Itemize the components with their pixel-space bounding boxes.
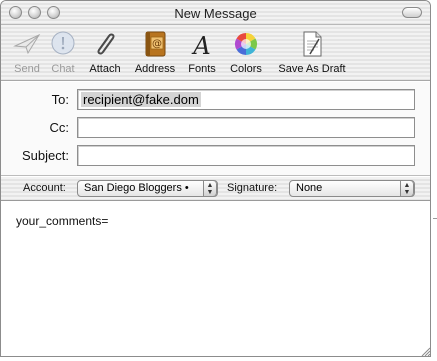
message-headers: To: recipient@fake.dom Cc: Subject:	[1, 82, 430, 176]
address-label: Address	[134, 63, 176, 75]
colors-button[interactable]: Colors	[227, 29, 265, 75]
color-wheel-icon	[230, 29, 262, 59]
toolbar: Send Chat Attach @ Address A Fonts Color…	[1, 25, 430, 81]
chat-button[interactable]: Chat	[47, 29, 79, 75]
send-label: Send	[14, 63, 40, 75]
to-field[interactable]: recipient@fake.dom	[77, 89, 415, 110]
fonts-icon: A	[186, 29, 218, 59]
recipient-token[interactable]: recipient@fake.dom	[81, 92, 201, 107]
fonts-label: Fonts	[188, 63, 216, 75]
background-divider	[433, 218, 437, 219]
account-label: Account:	[23, 182, 66, 194]
chat-label: Chat	[51, 63, 75, 75]
paperclip-icon	[89, 29, 121, 59]
colors-label: Colors	[230, 63, 262, 75]
to-label: To:	[51, 92, 69, 107]
compose-window: New Message Send Chat Attach @ Address A…	[0, 0, 431, 357]
attach-button[interactable]: Attach	[85, 29, 125, 75]
message-body-text: your_comments=	[16, 214, 109, 228]
resize-grip-icon[interactable]	[419, 345, 431, 357]
signature-popup[interactable]: None ▲ ▼	[289, 180, 415, 197]
account-bar: Account: San Diego Bloggers • ▲ ▼ Signatu…	[1, 177, 430, 201]
chat-icon	[47, 29, 79, 59]
window-title: New Message	[174, 6, 257, 21]
svg-text:A: A	[191, 32, 210, 58]
attach-label: Attach	[89, 63, 121, 75]
signature-value: None	[296, 182, 323, 194]
message-body[interactable]: your_comments=	[1, 202, 431, 357]
subject-label: Subject:	[22, 148, 69, 163]
signature-label: Signature:	[227, 182, 278, 194]
draft-icon	[296, 29, 328, 59]
title-bar[interactable]: New Message	[1, 1, 430, 25]
save-as-draft-button[interactable]: Save As Draft	[273, 29, 351, 75]
send-icon	[11, 29, 43, 59]
cc-field[interactable]	[77, 117, 415, 138]
subject-field[interactable]	[77, 145, 415, 166]
address-button[interactable]: @ Address	[132, 29, 178, 75]
toolbar-toggle-button[interactable]	[402, 7, 422, 18]
account-value: San Diego Bloggers •	[84, 182, 189, 194]
popup-arrows-icon: ▲ ▼	[400, 181, 414, 196]
save-as-draft-label: Save As Draft	[278, 63, 346, 75]
account-popup[interactable]: San Diego Bloggers • ▲ ▼	[77, 180, 218, 197]
cc-label: Cc:	[49, 120, 70, 135]
svg-text:@: @	[152, 39, 162, 50]
send-button[interactable]: Send	[10, 29, 44, 75]
fonts-button[interactable]: A Fonts	[186, 29, 218, 75]
address-book-icon: @	[139, 29, 171, 59]
popup-arrows-icon: ▲ ▼	[203, 181, 217, 196]
